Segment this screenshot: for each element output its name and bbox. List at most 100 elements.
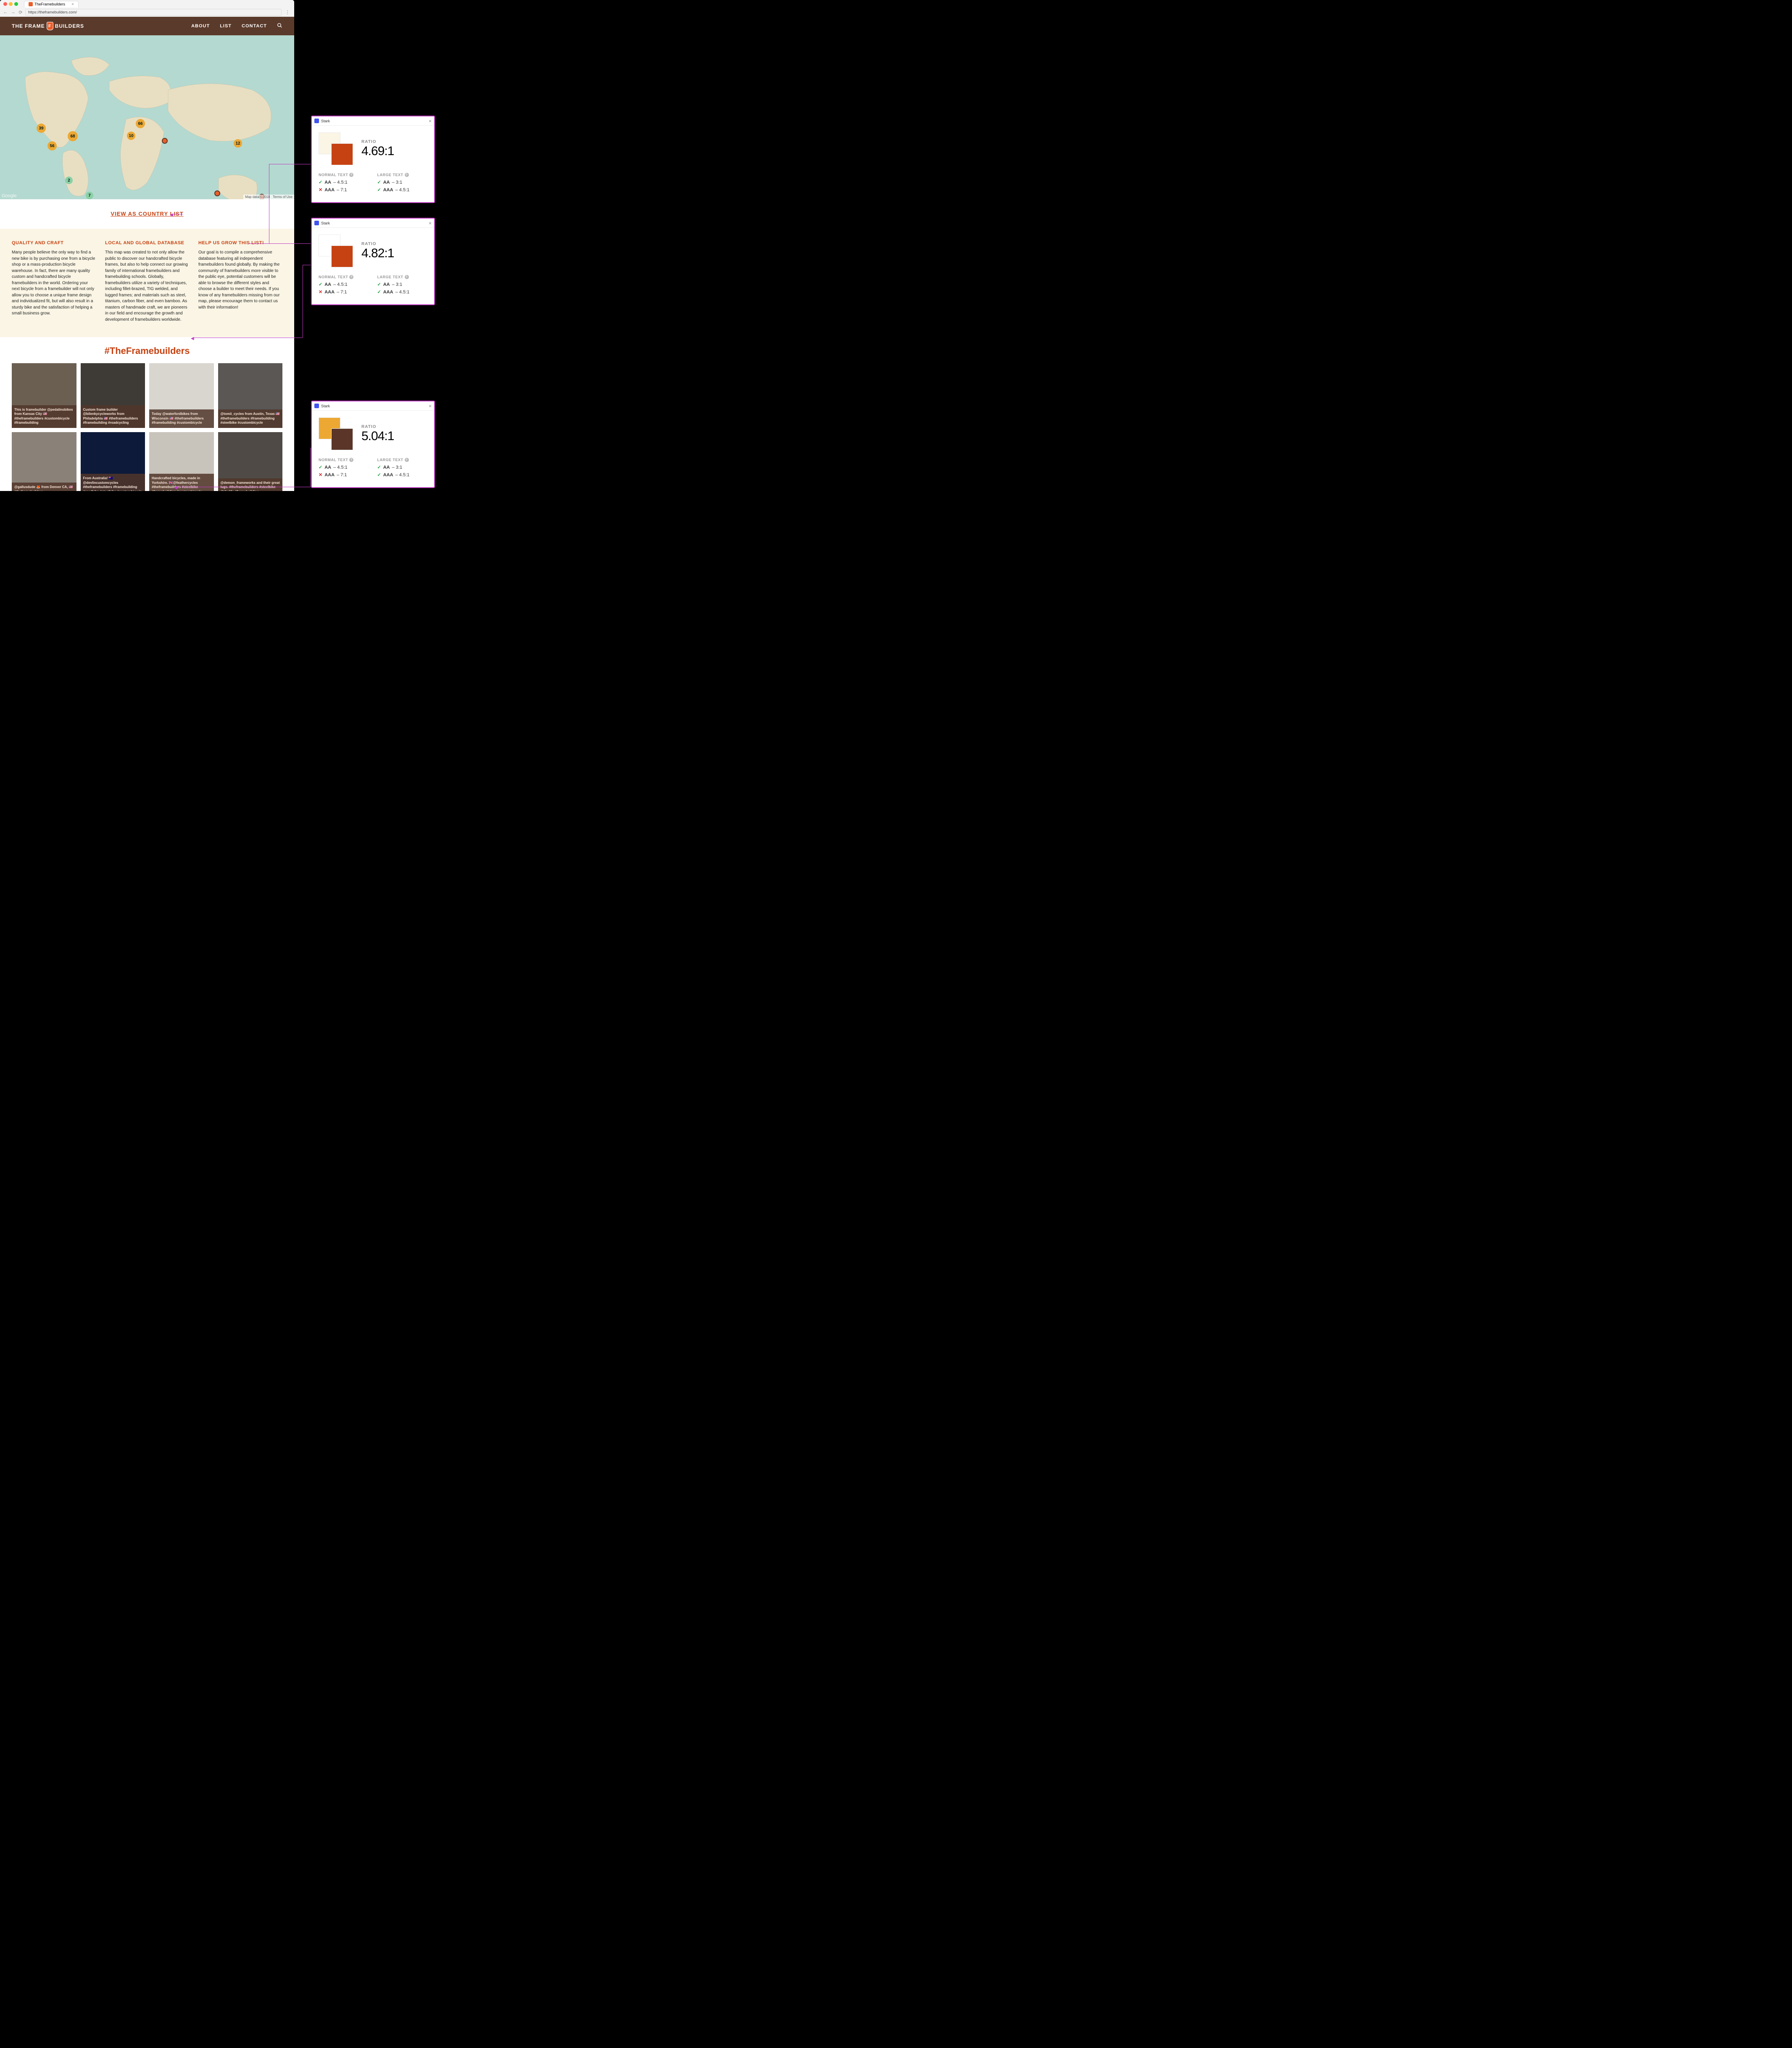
logo-badge-icon: F — [47, 22, 53, 30]
card-caption: @gallusdude 🦊 from Denver CA, 🇺🇸 #thefra… — [12, 483, 76, 491]
stark-panel: Stark × RATIO 4.69:1 NORMAL TEXT? ✓AA – … — [311, 116, 435, 203]
browser-tab[interactable]: TheFramebuilders × — [24, 1, 79, 8]
map-cluster-marker[interactable]: 56 — [47, 141, 57, 150]
instagram-card[interactable]: This is framebuilder @pedalinobikes from… — [12, 363, 76, 428]
nav-contact[interactable]: CONTACT — [242, 24, 267, 29]
map-pin-icon[interactable] — [162, 138, 168, 144]
normal-text-label: NORMAL TEXT? — [319, 275, 369, 279]
forward-button[interactable]: → — [10, 9, 16, 15]
map-cluster-marker[interactable]: 2 — [65, 177, 73, 184]
stark-panel: Stark × RATIO 4.82:1 NORMAL TEXT? ✓AA – … — [311, 218, 435, 305]
card-caption: From Australia! 🇦🇺 @devlincustomcycles #… — [81, 474, 145, 491]
map-cluster-marker[interactable]: 66 — [136, 119, 145, 128]
swatch-background[interactable] — [331, 245, 353, 267]
x-icon: ✕ — [319, 289, 322, 295]
swatch-background[interactable] — [331, 428, 353, 450]
column-heading: HELP US GROW THIS LIST! — [198, 240, 282, 245]
browser-window: TheFramebuilders × ← → ⟳ https://thefram… — [0, 0, 294, 491]
criterion-row: ✓AA – 3:1 — [377, 282, 428, 287]
normal-text-label: NORMAL TEXT? — [319, 458, 369, 462]
criterion-row: ✓AAA – 4.5:1 — [377, 289, 428, 295]
close-icon[interactable]: × — [429, 403, 432, 409]
x-icon: ✕ — [319, 187, 322, 193]
instagram-card[interactable]: From Australia! 🇦🇺 @devlincustomcycles #… — [81, 432, 145, 491]
minimize-window-icon[interactable] — [9, 2, 13, 6]
check-icon: ✓ — [319, 282, 322, 287]
color-swatches — [319, 417, 353, 450]
instagram-card[interactable]: Handcrafted bicycles, made in Yorkshire.… — [149, 432, 214, 491]
map-pin-icon[interactable] — [214, 190, 220, 196]
instagram-card[interactable]: @gallusdude 🦊 from Denver CA, 🇺🇸 #thefra… — [12, 432, 76, 491]
info-column: HELP US GROW THIS LIST!Our goal is to co… — [198, 240, 282, 323]
map-cluster-marker[interactable]: 39 — [37, 124, 46, 133]
page-content: THE FRAME F BUILDERS ABOUT LIST CONTACT — [0, 17, 294, 491]
large-text-label: LARGE TEXT? — [377, 275, 428, 279]
nav-list[interactable]: LIST — [220, 24, 232, 29]
criterion-row: ✓AA – 3:1 — [377, 464, 428, 470]
site-logo[interactable]: THE FRAME F BUILDERS — [12, 22, 84, 30]
map-cluster-marker[interactable]: 10 — [127, 132, 135, 140]
search-icon[interactable] — [277, 23, 282, 29]
address-bar[interactable]: https://theframebuilders.com/ — [25, 9, 282, 16]
view-as-list-link[interactable]: VIEW AS COUNTRY LIST — [111, 211, 183, 217]
check-icon: ✓ — [377, 179, 381, 185]
instagram-card[interactable]: Custom frame builder @bilenkycycleworks … — [81, 363, 145, 428]
help-icon[interactable]: ? — [349, 173, 353, 177]
hashtag-heading: #TheFramebuilders — [0, 346, 294, 356]
stark-icon — [314, 404, 319, 408]
help-icon[interactable]: ? — [349, 275, 353, 279]
stark-title: Stark — [321, 119, 330, 123]
card-caption: Handcrafted bicycles, made in Yorkshire.… — [149, 474, 214, 491]
favicon-icon — [29, 2, 33, 6]
stark-header: Stark × — [312, 116, 434, 126]
map-cluster-marker[interactable]: 7 — [86, 192, 93, 199]
close-window-icon[interactable] — [3, 2, 7, 6]
help-icon[interactable]: ? — [405, 458, 409, 462]
info-column: QUALITY AND CRAFT Many people believe the… — [12, 240, 96, 323]
help-icon[interactable]: ? — [405, 275, 409, 279]
reload-button[interactable]: ⟳ — [18, 9, 24, 15]
criterion-row: ✓AA – 4.5:1 — [319, 464, 369, 470]
map-cluster-marker[interactable]: 68 — [68, 131, 78, 141]
browser-chrome: TheFramebuilders × ← → ⟳ https://thefram… — [0, 0, 294, 17]
more-icon[interactable]: ⋮ — [283, 9, 292, 15]
close-tab-icon[interactable]: × — [71, 2, 74, 7]
site-header: THE FRAME F BUILDERS ABOUT LIST CONTACT — [0, 17, 294, 35]
check-icon: ✓ — [319, 179, 322, 185]
instagram-card[interactable]: Today @waterfordbikes from Wisconsin 🇺🇸 … — [149, 363, 214, 428]
help-icon[interactable]: ? — [349, 458, 353, 462]
nav-about[interactable]: ABOUT — [191, 24, 210, 29]
world-map[interactable]: 3968566610121027 Google Map data ©2018 T… — [0, 35, 294, 199]
criterion-row: ✓AAA – 4.5:1 — [377, 472, 428, 478]
criterion-row: ✓AA – 4.5:1 — [319, 179, 369, 185]
swatch-background[interactable] — [331, 143, 353, 165]
ratio-value: 4.69:1 — [361, 144, 394, 158]
close-icon[interactable]: × — [429, 220, 432, 226]
instagram-card[interactable]: @tomii_cycles from Austin, Texas 🇺🇸 #the… — [218, 363, 283, 428]
close-icon[interactable]: × — [429, 118, 432, 124]
google-attribution: Google — [2, 193, 16, 198]
info-column: LOCAL AND GLOBAL DATABASEThis map was cr… — [105, 240, 189, 323]
ratio-value: 5.04:1 — [361, 429, 394, 443]
ratio-value: 4.82:1 — [361, 246, 394, 261]
column-body: Many people believe the only way to find… — [12, 250, 96, 317]
column-heading: LOCAL AND GLOBAL DATABASE — [105, 240, 189, 245]
color-swatches — [319, 132, 353, 165]
large-text-label: LARGE TEXT? — [377, 173, 428, 177]
stark-panel: Stark × RATIO 5.04:1 NORMAL TEXT? ✓AA – … — [311, 401, 435, 488]
check-icon: ✓ — [377, 464, 381, 470]
card-caption: This is framebuilder @pedalinobikes from… — [12, 405, 76, 428]
card-caption: @demon_frameworks and their great lugs. … — [218, 478, 283, 491]
criterion-row: ✕AAA – 7:1 — [319, 187, 369, 193]
stark-header: Stark × — [312, 401, 434, 411]
instagram-card[interactable]: @demon_frameworks and their great lugs. … — [218, 432, 283, 491]
stark-icon — [314, 221, 319, 225]
tab-title: TheFramebuilders — [34, 2, 65, 6]
map-cluster-marker[interactable]: 12 — [234, 139, 242, 148]
instagram-grid: This is framebuilder @pedalinobikes from… — [0, 363, 294, 491]
map-attribution: Map data ©2018 Terms of Use — [243, 195, 294, 199]
help-icon[interactable]: ? — [405, 173, 409, 177]
column-heading: QUALITY AND CRAFT — [12, 240, 96, 245]
back-button[interactable]: ← — [3, 9, 8, 15]
maximize-window-icon[interactable] — [14, 2, 18, 6]
